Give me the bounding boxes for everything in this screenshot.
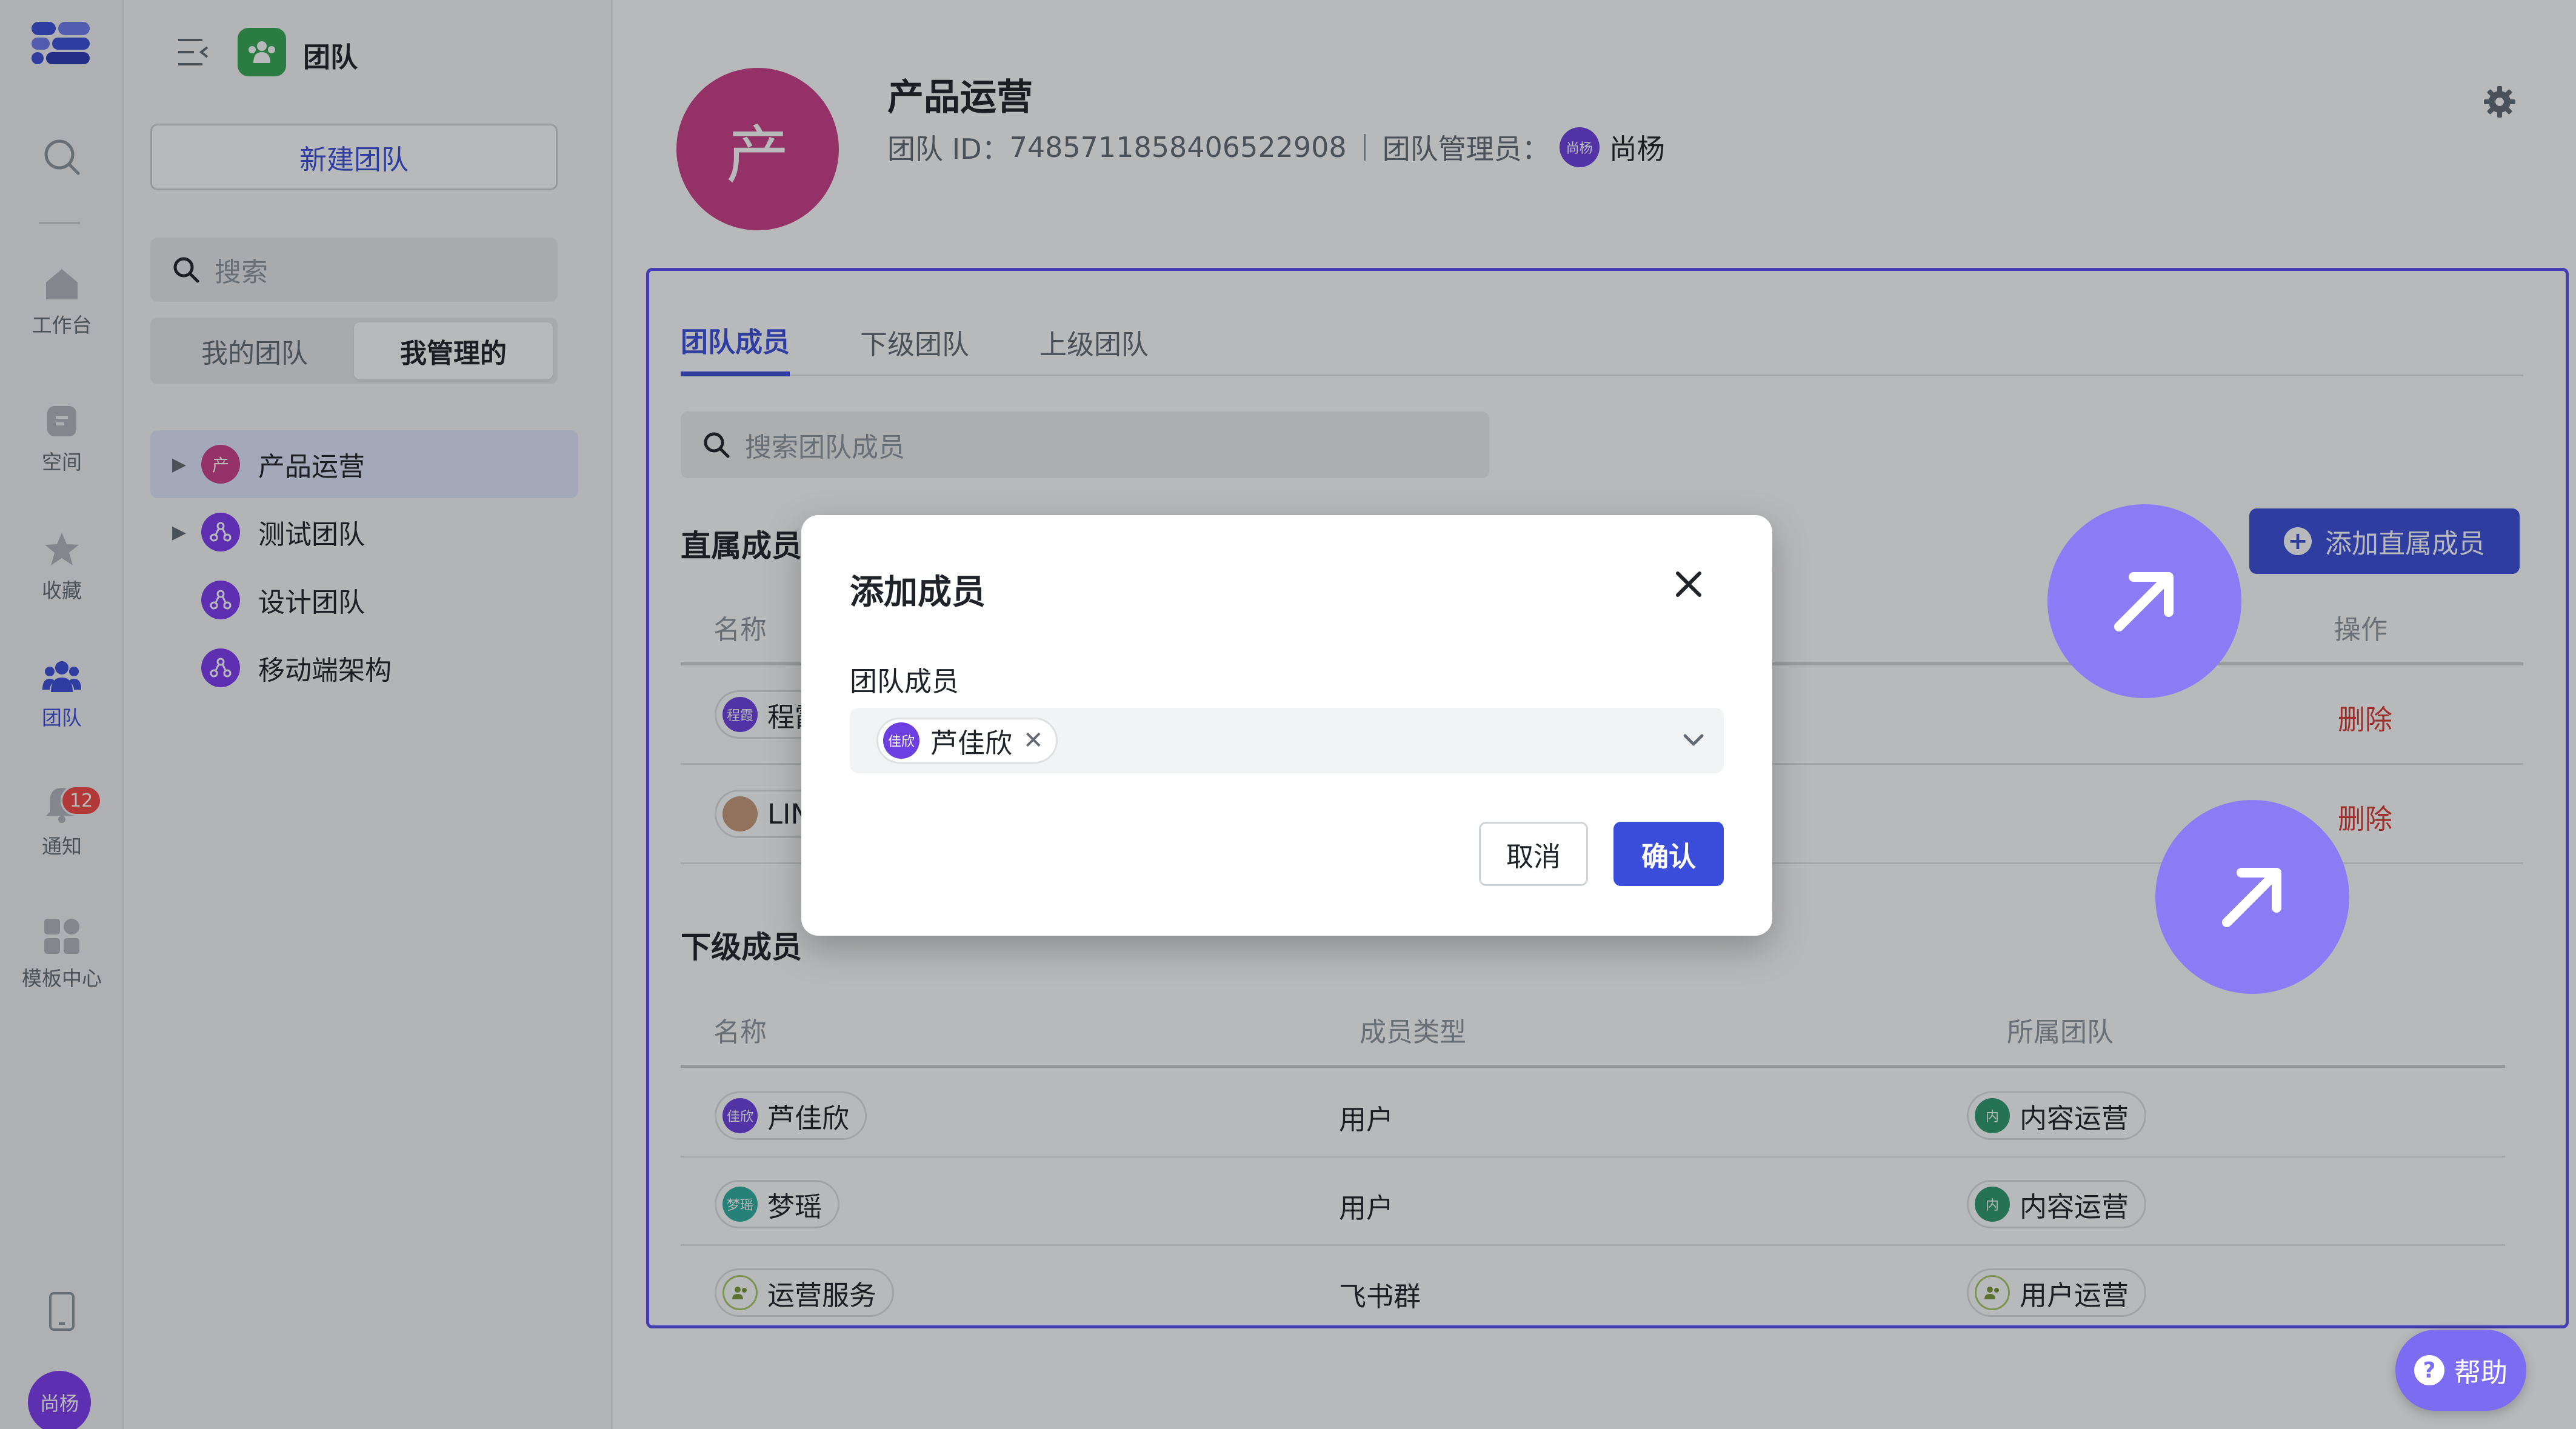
member-avatar: 佳欣 bbox=[883, 722, 919, 759]
help-button[interactable]: ? 帮助 bbox=[2395, 1330, 2526, 1411]
remove-tag-icon[interactable]: ✕ bbox=[1023, 727, 1044, 754]
arrow-bubble bbox=[2047, 504, 2241, 698]
team-members-select[interactable]: 佳欣 芦佳欣 ✕ bbox=[850, 708, 1724, 773]
arrow-up-right-icon bbox=[2114, 572, 2174, 631]
selected-member-tag: 佳欣 芦佳欣 ✕ bbox=[876, 718, 1058, 764]
selected-member-name: 芦佳欣 bbox=[930, 727, 1013, 759]
help-label: 帮助 bbox=[2454, 1357, 2508, 1388]
arrow-bubble bbox=[2155, 800, 2349, 994]
arrow-up-right-icon bbox=[2222, 868, 2281, 927]
chevron-down-icon[interactable] bbox=[1680, 728, 1707, 753]
confirm-button[interactable]: 确认 bbox=[1613, 822, 1724, 886]
dialog-title: 添加成员 bbox=[850, 573, 986, 612]
close-icon[interactable] bbox=[1672, 567, 1706, 601]
cancel-button[interactable]: 取消 bbox=[1479, 822, 1588, 886]
question-icon: ? bbox=[2414, 1355, 2444, 1385]
team-members-field-label: 团队成员 bbox=[850, 665, 959, 698]
add-member-dialog: 添加成员 团队成员 佳欣 芦佳欣 ✕ 取消 确认 bbox=[801, 515, 1772, 936]
